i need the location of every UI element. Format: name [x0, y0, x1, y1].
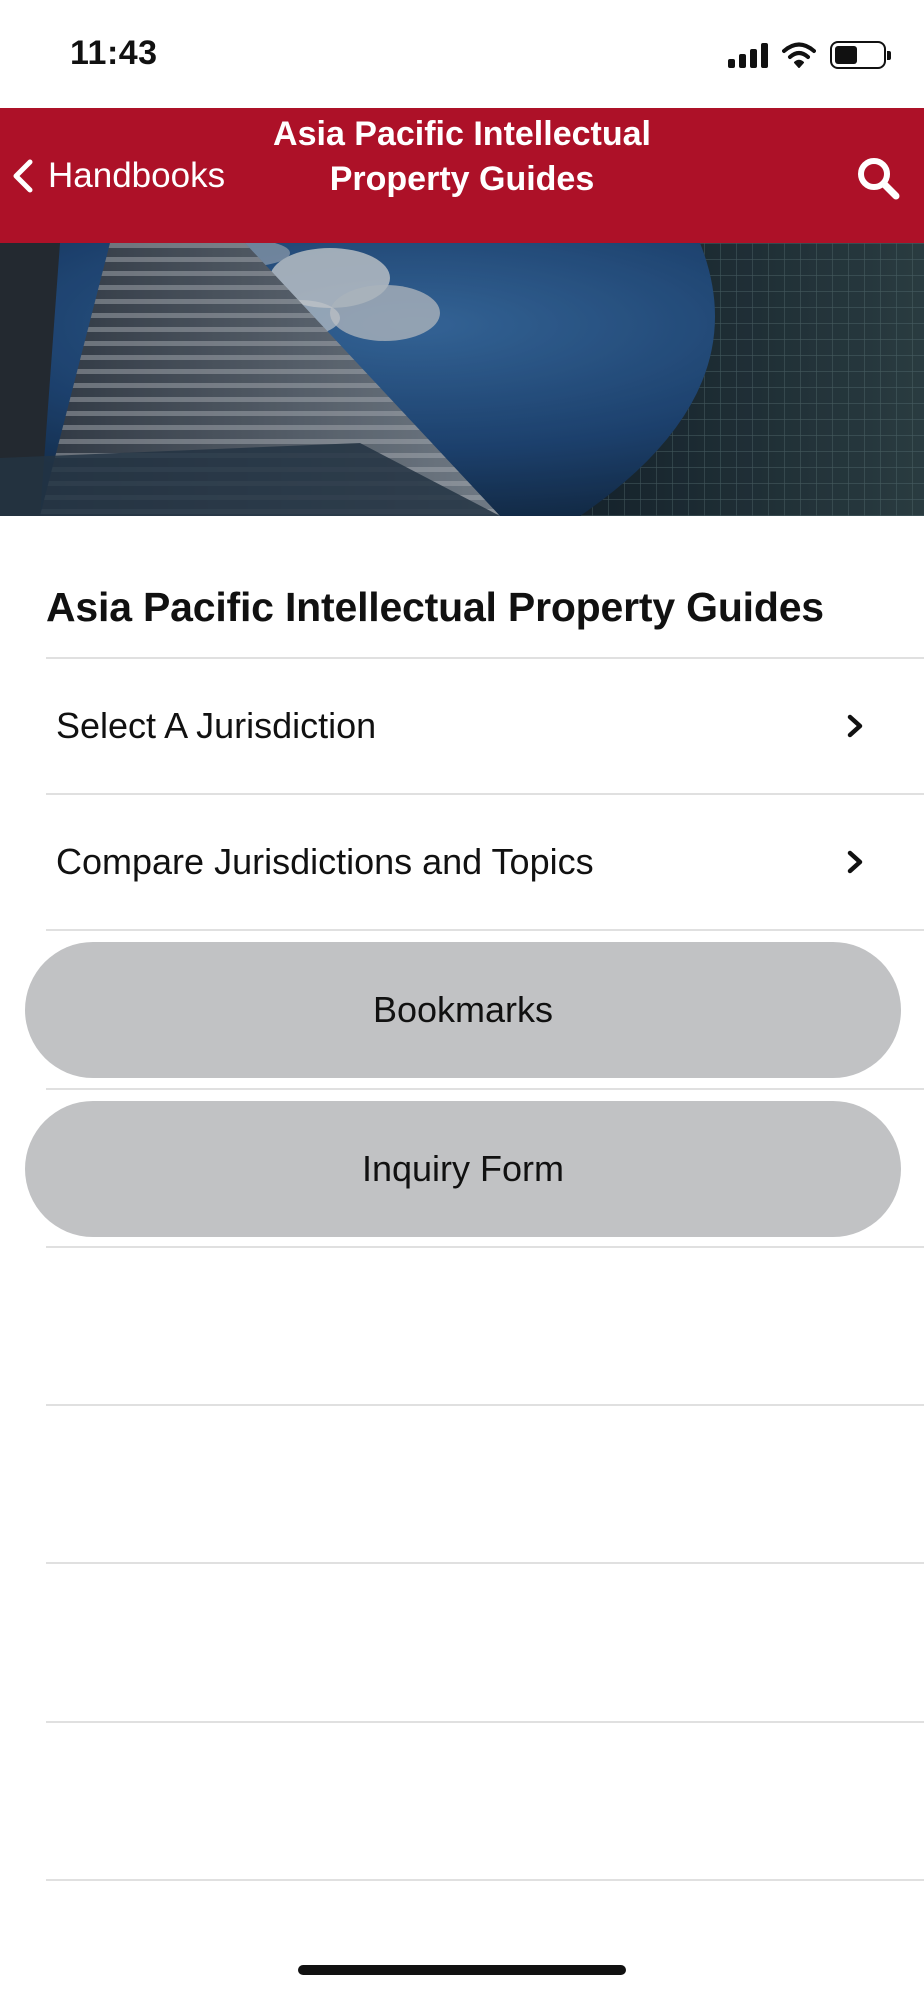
- separator: [46, 1246, 924, 1248]
- inquiry-form-button[interactable]: Inquiry Form: [25, 1101, 901, 1237]
- back-button[interactable]: Handbooks: [10, 108, 225, 243]
- home-indicator[interactable]: [298, 1965, 626, 1975]
- chevron-right-icon: [847, 714, 863, 738]
- bookmarks-button[interactable]: Bookmarks: [25, 942, 901, 1078]
- chevron-right-icon: [847, 850, 863, 874]
- chevron-left-icon: [13, 159, 33, 192]
- page-title: Asia Pacific Intellectual Property Guide…: [46, 584, 824, 630]
- separator: [46, 1088, 924, 1090]
- bookmarks-button-label: Bookmarks: [372, 989, 554, 1030]
- status-bar: 11:43: [0, 0, 924, 108]
- row-label: Select A Jurisdiction: [56, 705, 377, 746]
- select-jurisdiction-row[interactable]: Select A Jurisdiction: [46, 659, 924, 793]
- nav-title: Asia Pacific Intellectual Property Guide…: [273, 115, 651, 198]
- status-time: 11:43: [70, 34, 158, 72]
- back-button-label: Handbooks: [48, 155, 226, 195]
- hero-banner-image: [0, 243, 924, 516]
- battery-icon: [830, 41, 891, 69]
- cellular-signal-icon: [728, 42, 768, 68]
- separator: [46, 1404, 924, 1406]
- compare-jurisdictions-row[interactable]: Compare Jurisdictions and Topics: [46, 795, 924, 929]
- separator: [46, 1721, 924, 1723]
- row-label: Compare Jurisdictions and Topics: [56, 841, 594, 882]
- separator: [46, 929, 924, 931]
- inquiry-form-button-label: Inquiry Form: [361, 1148, 565, 1189]
- navigation-bar: Handbooks Asia Pacific Intellectual Prop…: [0, 108, 924, 243]
- search-icon: [858, 158, 900, 200]
- wifi-icon: [782, 42, 816, 68]
- separator: [46, 1879, 924, 1881]
- separator: [46, 1562, 924, 1564]
- status-icons: [728, 38, 891, 72]
- search-button[interactable]: [846, 146, 910, 210]
